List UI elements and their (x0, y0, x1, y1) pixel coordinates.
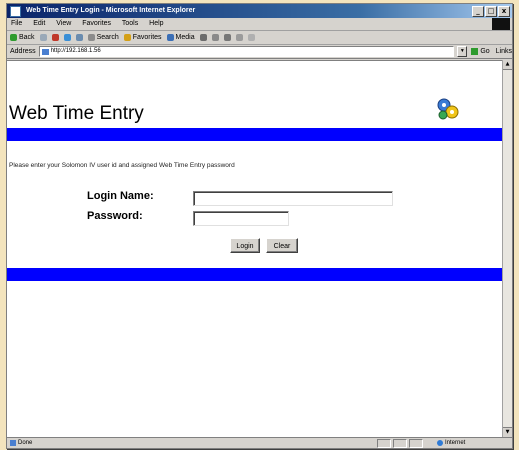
history-button[interactable] (199, 34, 207, 41)
media-icon (166, 34, 174, 41)
login-button[interactable]: Login (230, 238, 260, 253)
links-button[interactable]: Links (496, 45, 512, 58)
edit-icon (235, 34, 243, 41)
print-button[interactable] (223, 34, 231, 41)
menu-help[interactable]: Help (149, 20, 163, 27)
stop-button[interactable] (51, 34, 59, 41)
close-button[interactable]: x (498, 6, 510, 17)
refresh-button[interactable] (63, 34, 71, 41)
search-icon (87, 34, 95, 41)
windows-logo-icon (492, 18, 510, 30)
login-name-label: Login Name: (87, 190, 154, 202)
zone-label: Internet (445, 440, 466, 446)
address-bar: Address http://192.168.1.56 ▼ Go Links (7, 45, 512, 59)
status-pane (377, 439, 391, 448)
favorites-label: Favorites (132, 34, 162, 41)
maximize-button[interactable]: □ (485, 6, 497, 17)
status-label: Done (18, 440, 33, 446)
media-button[interactable]: Media (166, 31, 195, 44)
password-label: Password: (87, 210, 143, 222)
minimize-button[interactable]: _ (472, 6, 484, 17)
menu-bar: File Edit View Favorites Tools Help (7, 18, 512, 31)
search-button[interactable]: Search (87, 31, 119, 44)
address-input[interactable]: http://192.168.1.56 (38, 46, 455, 57)
page-icon (41, 48, 49, 55)
menu-view[interactable]: View (56, 20, 71, 27)
status-text: Done (10, 438, 32, 448)
scroll-down-arrow-icon[interactable]: ▼ (503, 427, 512, 437)
login-instruction: Please enter your Solomon IV user id and… (9, 162, 235, 169)
forward-arrow-icon (39, 34, 47, 41)
back-button[interactable]: Back (10, 31, 35, 44)
scroll-up-arrow-icon[interactable]: ▲ (503, 60, 512, 70)
go-arrow-icon (471, 48, 479, 55)
menu-tools[interactable]: Tools (122, 20, 138, 27)
back-label: Back (19, 34, 35, 41)
vertical-scrollbar[interactable]: ▲ ▼ (502, 60, 512, 437)
internet-globe-icon (437, 440, 443, 446)
refresh-icon (63, 34, 71, 41)
discuss-button[interactable] (247, 34, 255, 41)
discuss-icon (247, 34, 255, 41)
status-pane (409, 439, 423, 448)
status-bar: Done Internet (7, 437, 512, 448)
bottom-blue-bar (7, 268, 503, 281)
home-button[interactable] (75, 34, 83, 41)
page-status-icon (10, 440, 16, 446)
menu-favorites[interactable]: Favorites (82, 20, 111, 27)
menu-edit[interactable]: Edit (33, 20, 45, 27)
back-arrow-icon (10, 34, 17, 41)
browser-window: Web Time Entry Login - Microsoft Interne… (6, 3, 513, 449)
print-icon (223, 34, 231, 41)
status-pane (393, 439, 407, 448)
window-title: Web Time Entry Login - Microsoft Interne… (25, 7, 196, 14)
clear-button[interactable]: Clear (266, 238, 298, 253)
menu-file[interactable]: File (11, 20, 22, 27)
address-label: Address (10, 48, 36, 55)
go-button[interactable]: Go (471, 45, 490, 58)
toolbar: Back Search Favorites Media (7, 31, 512, 45)
favorites-button[interactable]: Favorites (123, 31, 162, 44)
password-input[interactable] (193, 211, 289, 226)
gears-logo-icon (437, 98, 459, 120)
status-panes (377, 439, 423, 448)
home-icon (75, 34, 83, 41)
mail-icon (211, 34, 219, 41)
media-label: Media (175, 34, 195, 41)
ie-icon (10, 5, 21, 17)
search-label: Search (96, 34, 119, 41)
history-icon (199, 34, 207, 41)
mail-button[interactable] (211, 34, 219, 41)
address-dropdown-button[interactable]: ▼ (457, 46, 468, 57)
page-content: Web Time Entry Please enter your Solomon… (7, 60, 503, 438)
login-name-input[interactable] (193, 191, 393, 206)
address-url: http://192.168.1.56 (50, 48, 101, 54)
top-blue-bar (7, 128, 503, 141)
stop-icon (51, 34, 59, 41)
window-controls: _ □ x (472, 6, 510, 17)
forward-button[interactable] (39, 34, 47, 41)
security-zone: Internet (437, 438, 465, 448)
page-title: Web Time Entry (9, 103, 144, 124)
edit-button[interactable] (235, 34, 243, 41)
go-label: Go (480, 48, 490, 55)
favorites-icon (123, 34, 131, 41)
title-bar[interactable]: Web Time Entry Login - Microsoft Interne… (7, 4, 512, 18)
